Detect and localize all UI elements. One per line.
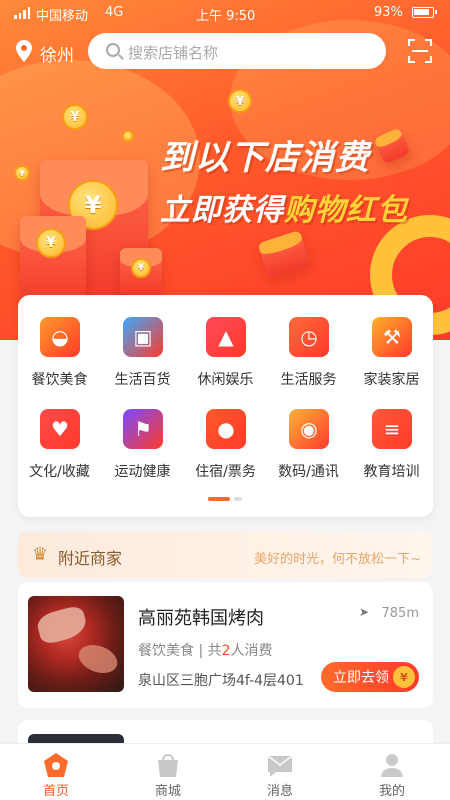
battery-percent: 93% xyxy=(374,5,403,20)
header-bar: 徐州 搜索店铺名称 xyxy=(0,33,450,69)
hammer-icon: ⚒ xyxy=(372,317,412,357)
coin-icon: ¥ xyxy=(36,228,66,258)
category-label: 住宿/票务 xyxy=(195,464,256,480)
banner-line-2: 立即获得购物红包 xyxy=(160,193,408,228)
clock-icon: ◷ xyxy=(289,317,329,357)
category-item[interactable]: ♥ 文化/收藏 xyxy=(18,409,101,499)
category-item[interactable]: ◉ 数码/通讯 xyxy=(267,409,350,499)
shop-card[interactable]: 高丽苑韩国烤肉 ➤ 785m 餐饮美食 | 共2人消费 泉山区三胞广场4f-4层… xyxy=(18,582,433,708)
location-pin-icon[interactable] xyxy=(16,40,32,62)
play-icon: ▲ xyxy=(206,317,246,357)
chat-icon: ≡ xyxy=(372,409,412,449)
status-bar: 中国移动 4G 上午 9:50 93% xyxy=(0,0,450,26)
banner-line-1: 到以下店消费 xyxy=(160,138,370,178)
search-placeholder: 搜索店铺名称 xyxy=(128,44,219,62)
nearby-section-header: ♛ 附近商家 美好的时光，何不放松一下~ xyxy=(18,532,433,578)
shop-name: 高丽苑韩国烤肉 xyxy=(138,608,264,629)
clock: 上午 9:50 xyxy=(196,9,256,24)
home-icon xyxy=(44,753,68,777)
category-label: 生活服务 xyxy=(280,372,337,388)
shop-category: 餐饮美食 xyxy=(138,643,194,659)
bottom-tab-bar: 首页 商城 消息 我的 xyxy=(0,743,450,800)
category-grid: ◒ 餐饮美食 ▣ 生活百货 ▲ 休闲娱乐 ◷ 生活服务 ⚒ 家装家居 ♥ 文化/收藏 ⚑ 运动健康 ● 住宿/… xyxy=(18,295,433,517)
tab-messages[interactable]: 消息 xyxy=(224,744,336,800)
heart-icon: ♥ xyxy=(40,409,80,449)
food-icon: ◒ xyxy=(40,317,80,357)
signal-icon xyxy=(14,7,30,19)
fitness-icon: ⚑ xyxy=(123,409,163,449)
category-label: 生活百货 xyxy=(114,372,171,388)
tab-label: 商城 xyxy=(154,784,181,799)
page-indicator xyxy=(208,497,248,501)
category-item[interactable]: ⚒ 家装家居 xyxy=(350,317,433,407)
category-item[interactable]: ≡ 教育培训 xyxy=(350,409,433,499)
coin-icon xyxy=(122,130,134,142)
category-label: 数码/通讯 xyxy=(278,464,339,480)
message-icon xyxy=(267,755,293,777)
crown-icon: ♛ xyxy=(32,544,49,565)
red-envelope-icon xyxy=(257,230,311,278)
tab-label: 我的 xyxy=(378,784,405,799)
category-label: 餐饮美食 xyxy=(31,372,88,388)
tab-profile[interactable]: 我的 xyxy=(336,744,448,800)
tab-label: 首页 xyxy=(42,784,69,799)
tab-label: 消息 xyxy=(266,784,293,799)
category-item[interactable]: ⚑ 运动健康 xyxy=(101,409,184,499)
shop-distance: 785m xyxy=(381,606,419,621)
network-type: 4G xyxy=(105,5,124,20)
meta-separator: | xyxy=(198,643,204,659)
tab-mall[interactable]: 商城 xyxy=(112,744,224,800)
banner-highlight: 购物红包 xyxy=(284,193,408,228)
shopping-bag-icon: ▣ xyxy=(123,317,163,357)
category-item[interactable]: ▣ 生活百货 xyxy=(101,317,184,407)
carrier-text: 中国移动 xyxy=(36,9,89,24)
tab-home[interactable]: 首页 xyxy=(0,744,112,800)
category-label: 教育培训 xyxy=(363,464,420,480)
camera-icon: ◉ xyxy=(289,409,329,449)
pin-icon: ● xyxy=(206,409,246,449)
mall-icon xyxy=(158,754,178,777)
coin-icon: ¥ xyxy=(62,104,88,130)
claim-label: 立即去领 xyxy=(333,670,389,686)
shop-image xyxy=(28,596,124,692)
coin-icon: ¥ xyxy=(131,258,151,278)
category-item[interactable]: ▲ 休闲娱乐 xyxy=(184,317,267,407)
banner-headline: 到以下店消费 立即获得购物红包 xyxy=(160,130,408,229)
nearby-slogan: 美好的时光，何不放松一下~ xyxy=(254,552,421,567)
category-label: 运动健康 xyxy=(114,464,171,480)
city-selector[interactable]: 徐州 xyxy=(40,41,74,66)
scan-icon[interactable] xyxy=(408,39,432,63)
category-item[interactable]: ◷ 生活服务 xyxy=(267,317,350,407)
category-label: 文化/收藏 xyxy=(29,464,90,480)
coin-icon: ¥ xyxy=(228,89,252,113)
yen-badge-icon: ¥ xyxy=(393,666,415,688)
search-box[interactable]: 搜索店铺名称 xyxy=(88,33,386,69)
battery-icon xyxy=(412,7,437,18)
shop-address: 泉山区三胞广场4f-4层401 xyxy=(138,673,304,689)
coin-icon: ¥ xyxy=(14,165,30,181)
claim-button[interactable]: 立即去领 ¥ xyxy=(321,662,419,692)
navigation-arrow-icon: ➤ xyxy=(359,605,370,619)
consumer-count: 2 xyxy=(221,643,231,659)
search-icon xyxy=(106,43,120,57)
category-label: 家装家居 xyxy=(363,372,420,388)
category-item[interactable]: ● 住宿/票务 xyxy=(184,409,267,499)
nearby-title: 附近商家 xyxy=(58,549,123,568)
category-item[interactable]: ◒ 餐饮美食 xyxy=(18,317,101,407)
profile-icon xyxy=(381,754,403,777)
category-label: 休闲娱乐 xyxy=(197,372,254,388)
shop-meta: 餐饮美食 | 共2人消费 xyxy=(138,643,273,659)
